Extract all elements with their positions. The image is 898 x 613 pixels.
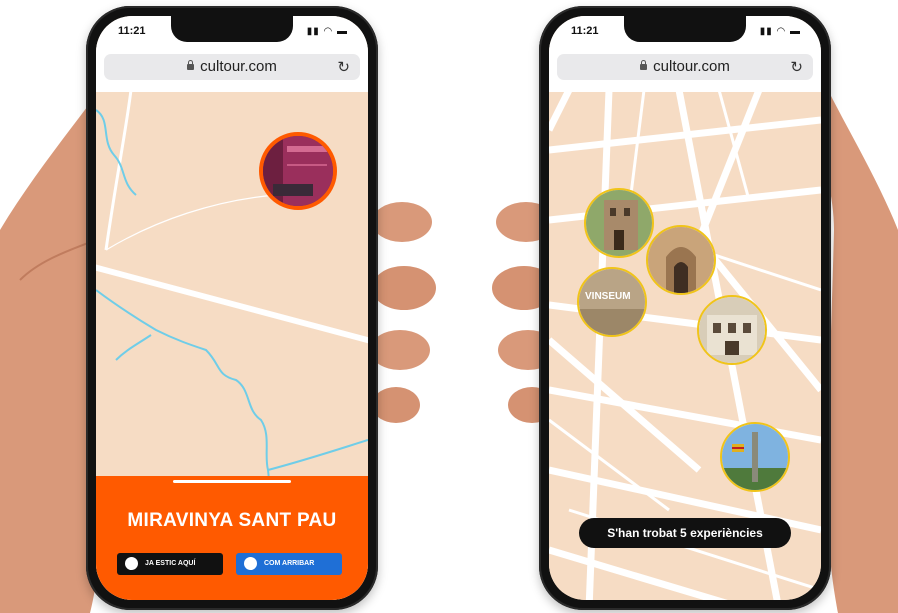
browser-address-bar[interactable]: cultour.com ↻ [96,52,368,92]
map-pin-townhall[interactable] [697,295,767,365]
map-pin-building[interactable] [584,188,654,258]
drag-handle[interactable] [173,480,291,483]
vinseum-photo [579,269,645,335]
results-toast: S'han trobat 5 experiències [579,518,791,548]
left-phone-screen: 11:21 ▮▮ ◠ ▬ cultour.com ↻ MIRAVINYA SAN… [96,16,368,600]
url-text: cultour.com [200,58,277,75]
right-phone: 11:21 ▮▮ ◠ ▬ cultour.com ↻ VINSEUM S'han… [539,6,831,610]
already-here-label: JA ESTIC AQUÍ [145,560,196,567]
url-field[interactable]: cultour.com ↻ [104,54,360,80]
reload-icon[interactable]: ↻ [790,58,803,76]
directions-label: COM ARRIBAR [264,560,315,567]
building-photo [586,190,652,256]
townhall-photo [699,297,765,363]
url-display: cultour.com [104,58,360,75]
browser-address-bar[interactable]: cultour.com ↻ [549,52,821,92]
miravinya-photo [263,136,333,206]
url-display: cultour.com [557,58,813,75]
place-title: MIRAVINYA SANT PAU [127,510,337,531]
map-pin-church[interactable] [646,225,716,295]
church-photo [648,227,714,293]
right-phone-screen: 11:21 ▮▮ ◠ ▬ cultour.com ↻ VINSEUM S'han… [549,16,821,600]
map-view[interactable]: MIRAVINYA SANT PAU JA ESTIC AQUÍ COM ARR… [96,89,368,600]
status-time: 11:21 [571,25,599,37]
signal-wifi-battery-icon: ▮▮ ◠ ▬ [759,26,801,37]
status-time: 11:21 [118,25,146,37]
phone-notch [624,16,746,42]
vinseum-sign-text: VINSEUM [585,291,631,302]
monument-photo [722,424,788,490]
lock-icon [640,60,648,70]
map-pin-miravinya[interactable] [259,132,337,210]
location-pin-icon [125,557,138,570]
place-detail-panel: MIRAVINYA SANT PAU JA ESTIC AQUÍ COM ARR… [96,476,368,600]
url-text: cultour.com [653,58,730,75]
map-pin-vinseum[interactable]: VINSEUM [577,267,647,337]
directions-button[interactable]: COM ARRIBAR [236,553,342,575]
url-field[interactable]: cultour.com ↻ [557,54,813,80]
arrow-right-icon [244,557,257,570]
reload-icon[interactable]: ↻ [337,58,350,76]
map-pin-monument[interactable] [720,422,790,492]
phone-notch [171,16,293,42]
signal-wifi-battery-icon: ▮▮ ◠ ▬ [306,26,348,37]
lock-icon [187,60,195,70]
results-toast-text: S'han trobat 5 experiències [607,526,763,540]
map-view[interactable]: VINSEUM S'han trobat 5 experiències [549,88,821,600]
left-phone: 11:21 ▮▮ ◠ ▬ cultour.com ↻ MIRAVINYA SAN… [86,6,378,610]
left-hand-fingers [370,202,436,423]
already-here-button[interactable]: JA ESTIC AQUÍ [117,553,223,575]
